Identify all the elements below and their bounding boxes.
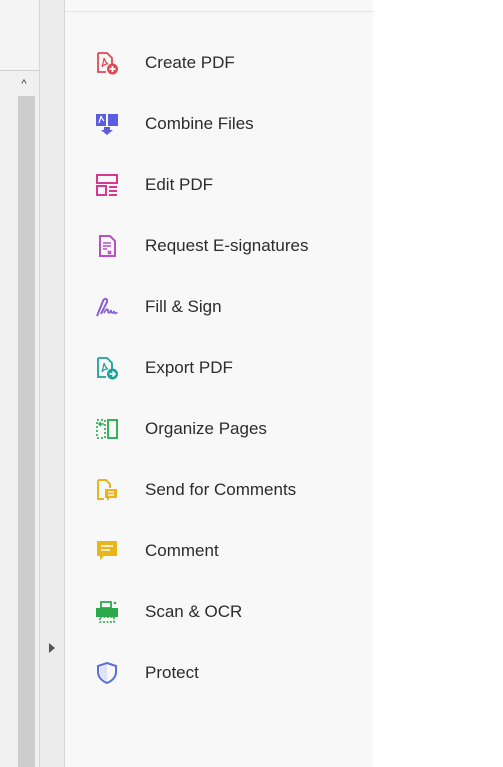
combine-files-icon <box>95 112 119 136</box>
tool-send-for-comments[interactable]: Send for Comments <box>65 459 373 520</box>
protect-icon <box>95 661 119 685</box>
acrobat-window: ^ Create PDF Combine Files Edit PDF Requ… <box>0 0 503 767</box>
tools-pane-top-border <box>65 11 373 12</box>
tool-label: Scan & OCR <box>145 602 243 621</box>
tool-label: Combine Files <box>145 114 254 133</box>
tool-label: Export PDF <box>145 358 233 377</box>
tool-label: Send for Comments <box>145 480 297 499</box>
send-for-comments-icon <box>95 478 119 502</box>
tool-create-pdf[interactable]: Create PDF <box>65 32 373 93</box>
tool-list: Create PDF Combine Files Edit PDF Reques… <box>65 32 373 703</box>
tool-organize-pages[interactable]: Organize Pages <box>65 398 373 459</box>
tool-export-pdf[interactable]: Export PDF <box>65 337 373 398</box>
tool-combine-files[interactable]: Combine Files <box>65 93 373 154</box>
tool-protect[interactable]: Protect <box>65 642 373 703</box>
tool-label: Request E-signatures <box>145 236 309 255</box>
tool-label: Protect <box>145 663 199 682</box>
tool-comment[interactable]: Comment <box>65 520 373 581</box>
export-pdf-icon <box>95 356 119 380</box>
tool-scan-ocr[interactable]: Scan & OCR <box>65 581 373 642</box>
tool-label: Fill & Sign <box>145 297 222 316</box>
edit-pdf-icon <box>95 173 119 197</box>
collapse-pane-arrow-icon[interactable] <box>47 641 57 655</box>
request-esignatures-icon <box>95 234 119 258</box>
create-pdf-icon <box>95 51 119 75</box>
organize-pages-icon <box>95 417 119 441</box>
tool-fill-sign[interactable]: Fill & Sign <box>65 276 373 337</box>
tool-label: Comment <box>145 541 219 560</box>
tool-label: Create PDF <box>145 53 235 72</box>
scroll-up-arrow-icon[interactable]: ^ <box>18 78 30 90</box>
tool-edit-pdf[interactable]: Edit PDF <box>65 154 373 215</box>
comment-icon <box>95 539 119 563</box>
scan-ocr-icon <box>95 600 119 624</box>
document-area <box>0 0 40 70</box>
tool-label: Edit PDF <box>145 175 214 194</box>
scrollbar-thumb[interactable] <box>18 96 35 767</box>
tool-label: Organize Pages <box>145 419 267 438</box>
tool-request-esignatures[interactable]: Request E-signatures <box>65 215 373 276</box>
fill-sign-icon <box>95 295 119 319</box>
